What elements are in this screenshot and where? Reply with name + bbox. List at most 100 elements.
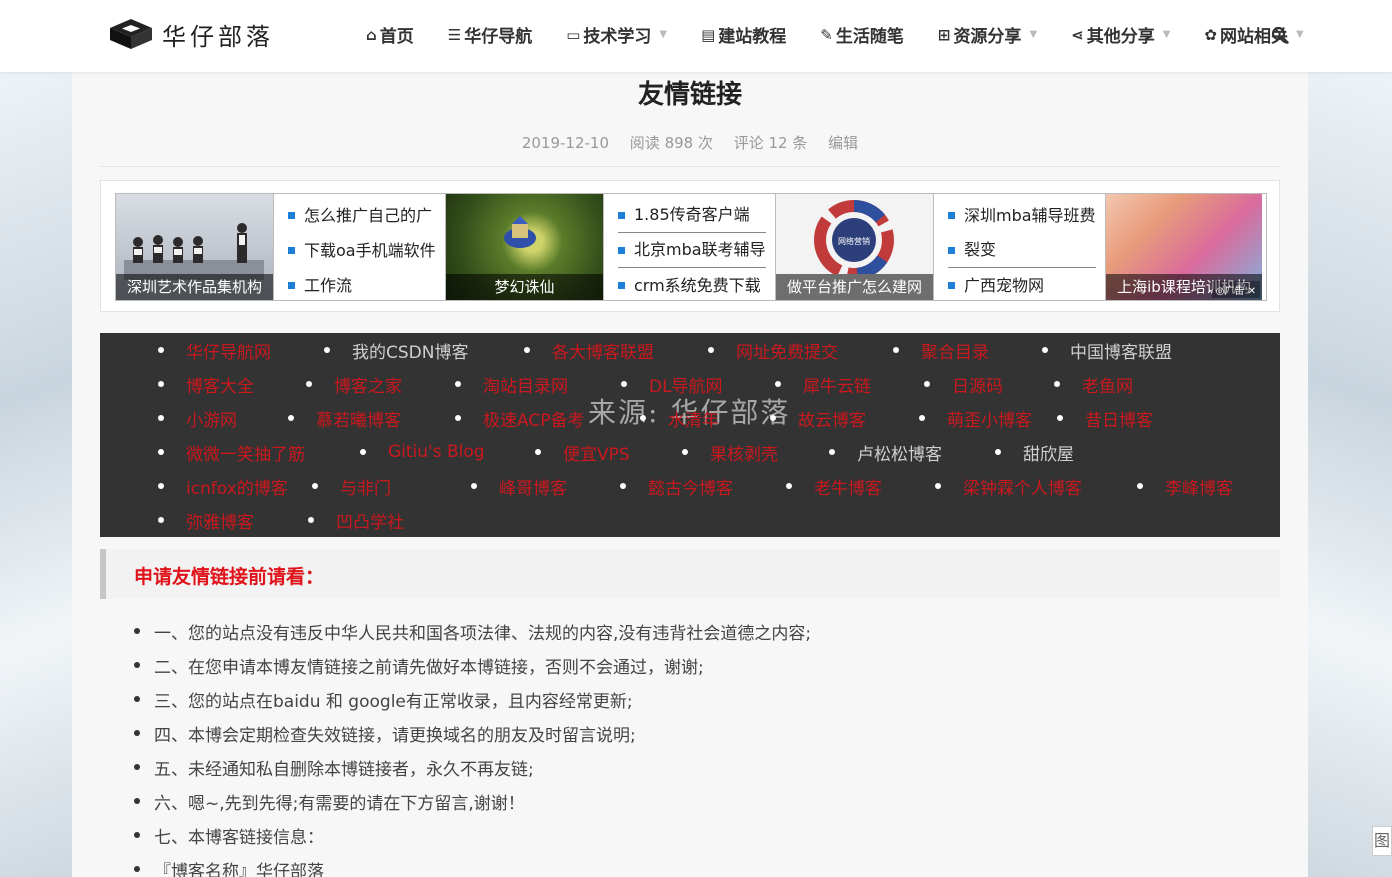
friend-link-text: 便宜VPS xyxy=(563,444,630,465)
ad-link[interactable]: 1.85传奇客户端 xyxy=(618,198,766,233)
friend-link[interactable]: 水清年 xyxy=(640,401,719,435)
friend-link[interactable]: 中国博客联盟 xyxy=(1042,333,1172,367)
nav-item[interactable]: ⌂ 首页 xyxy=(366,22,414,48)
cube-logo-icon xyxy=(110,19,152,49)
ad-image-art[interactable]: 深圳艺术作品集机构 xyxy=(116,194,274,300)
bullet-dot-icon xyxy=(158,415,164,421)
bullet-dot-icon xyxy=(134,696,140,702)
friend-link[interactable]: 微微一笑抽了筋 xyxy=(158,435,305,469)
nav-item[interactable]: ⋖ 其他分享 ▼ xyxy=(1071,22,1170,48)
ad-link[interactable]: 北京mba联考辅导 xyxy=(618,233,766,268)
friend-link[interactable]: 我的CSDN博客 xyxy=(324,333,468,367)
friend-link[interactable]: 日源码 xyxy=(924,367,1003,401)
bullet-dot-icon xyxy=(708,347,714,353)
friend-link[interactable]: Gitiu's Blog xyxy=(360,435,485,469)
ad-link[interactable]: 工作流 xyxy=(288,268,445,303)
bullet-dot-icon xyxy=(134,798,140,804)
friend-link[interactable]: 与非门 xyxy=(312,469,391,503)
notice-box: 申请友情链接前请看： xyxy=(100,549,1280,599)
friend-link[interactable]: 梁钟霖个人博客 xyxy=(935,469,1082,503)
bullet-square-icon xyxy=(618,211,625,219)
ad-image-game[interactable]: 梦幻诛仙 xyxy=(446,194,604,300)
bullet-dot-icon xyxy=(158,517,164,523)
bullet-square-icon xyxy=(948,212,955,219)
ad-list-2: 1.85传奇客户端 北京mba联考辅导 crm系统免费下载 xyxy=(604,194,776,300)
ad-image-ib[interactable]: 上海ib课程培训机构 ◎广告 ✕ xyxy=(1106,194,1262,300)
friend-link[interactable]: 慕若曦博客 xyxy=(288,401,401,435)
bullet-square-icon xyxy=(618,246,625,254)
bullet-dot-icon xyxy=(1054,381,1060,387)
friend-link-text: 我的CSDN博客 xyxy=(352,342,469,363)
classroom-photo xyxy=(124,223,264,280)
friend-link[interactable]: 卢松松博客 xyxy=(829,435,942,469)
friend-link-text: 弥雅博客 xyxy=(186,512,254,533)
friend-link[interactable]: 李峰博客 xyxy=(1137,469,1233,503)
ad-image-marketing[interactable]: 网络营销 做平台推广怎么建网 xyxy=(776,194,934,300)
chevron-down-icon: ▼ xyxy=(1029,29,1038,40)
rule-item: 二、在您申请本博友情链接之前请先做好本博链接，否则不会通过，谢谢; xyxy=(134,648,1274,682)
friend-link[interactable]: 故云博客 xyxy=(770,401,866,435)
bullet-dot-icon xyxy=(786,483,792,489)
friend-link[interactable]: 博客大全 xyxy=(158,367,254,401)
ad-link[interactable]: 裂变 xyxy=(948,233,1096,268)
nav-item-label: 技术学习 xyxy=(583,27,652,47)
friend-link-text: 小游网 xyxy=(186,410,237,431)
ad-strip: 深圳艺术作品集机构 怎么推广自己的广 下载oa手机端软件 工作流 梦幻诛仙 1.… xyxy=(115,193,1267,301)
friend-link[interactable]: 网址免费提交 xyxy=(708,333,838,367)
rule-item: 六、嗯~,先到先得;有需要的请在下方留言,谢谢！ xyxy=(134,784,1274,818)
ad-link[interactable]: 广西宠物网 xyxy=(948,268,1105,303)
friend-link[interactable]: DL导航网 xyxy=(621,367,723,401)
friend-link[interactable]: 萌歪小博客 xyxy=(919,401,1032,435)
bullet-dot-icon xyxy=(134,628,140,634)
edit-link[interactable]: 编辑 xyxy=(828,134,858,152)
friend-link[interactable]: 老鱼网 xyxy=(1054,367,1133,401)
friend-link[interactable]: 凹凸学社 xyxy=(308,503,404,537)
bullet-dot-icon xyxy=(134,730,140,736)
bullet-dot-icon xyxy=(471,483,477,489)
friend-link[interactable]: 博客之家 xyxy=(306,367,402,401)
friend-link[interactable]: 弥雅博客 xyxy=(158,503,254,537)
site-logo[interactable]: 华仔部落 xyxy=(108,16,274,52)
nav-item-label: 其他分享 xyxy=(1086,27,1155,47)
bullet-square-icon xyxy=(618,282,625,289)
friend-link-text: 梁钟霖个人博客 xyxy=(963,478,1082,499)
friend-link[interactable]: 犀牛云链 xyxy=(775,367,871,401)
ad-link[interactable]: 下载oa手机端软件 xyxy=(288,233,445,268)
friend-link[interactable]: 淘站目录网 xyxy=(455,367,568,401)
nav-item[interactable]: ▤ 建站教程 xyxy=(701,22,786,48)
search-icon[interactable] xyxy=(1271,26,1289,44)
nav-item[interactable]: ✎ 生活随笔 xyxy=(820,22,904,48)
nav-item[interactable]: ☰ 华仔导航 xyxy=(448,22,532,48)
friend-link[interactable]: 华仔导航网 xyxy=(158,333,271,367)
friend-link[interactable]: 极速ACP备考 xyxy=(455,401,584,435)
corner-tag[interactable]: 图 xyxy=(1372,826,1392,856)
friend-link[interactable]: 峰哥博客 xyxy=(471,469,567,503)
bullet-dot-icon xyxy=(893,347,899,353)
friend-link[interactable]: 老牛博客 xyxy=(786,469,882,503)
nav-item-label: 首页 xyxy=(379,27,414,47)
nav-item[interactable]: ⊞ 资源分享 ▼ xyxy=(938,22,1038,48)
friend-link[interactable]: 果核剥壳 xyxy=(682,435,778,469)
title-divider xyxy=(100,166,1280,167)
bullet-dot-icon xyxy=(312,483,318,489)
ad-link-text: 深圳mba辅导班费 xyxy=(964,205,1096,225)
ad-close-badge[interactable]: ◎广告 ✕ xyxy=(1211,281,1260,298)
article-comments[interactable]: 评论 12 条 xyxy=(734,134,808,152)
friend-link[interactable]: 聚合目录 xyxy=(893,333,989,367)
logo-text: 华仔部落 xyxy=(162,22,274,51)
bullet-dot-icon xyxy=(682,449,688,455)
friend-link[interactable]: 甜欣屋 xyxy=(995,435,1074,469)
bullet-square-icon xyxy=(288,212,295,219)
ad-link[interactable]: crm系统免费下载 xyxy=(618,268,775,303)
nav-item[interactable]: ▭ 技术学习 ▼ xyxy=(566,22,667,48)
friend-link[interactable]: 各大博客联盟 xyxy=(524,333,654,367)
ad-link[interactable]: 深圳mba辅导班费 xyxy=(948,198,1105,233)
friend-link-text: 卢松松博客 xyxy=(857,444,942,465)
rule-item: 五、未经通知私自删除本博链接者，永久不再友链; xyxy=(134,750,1274,784)
friend-link[interactable]: 小游网 xyxy=(158,401,237,435)
friend-link[interactable]: icnfox的博客 xyxy=(158,469,288,503)
ad-link[interactable]: 怎么推广自己的广 xyxy=(288,198,445,233)
friend-link[interactable]: 昔日博客 xyxy=(1057,401,1153,435)
friend-link[interactable]: 懿古今博客 xyxy=(620,469,733,503)
friend-link[interactable]: 便宜VPS xyxy=(535,435,630,469)
